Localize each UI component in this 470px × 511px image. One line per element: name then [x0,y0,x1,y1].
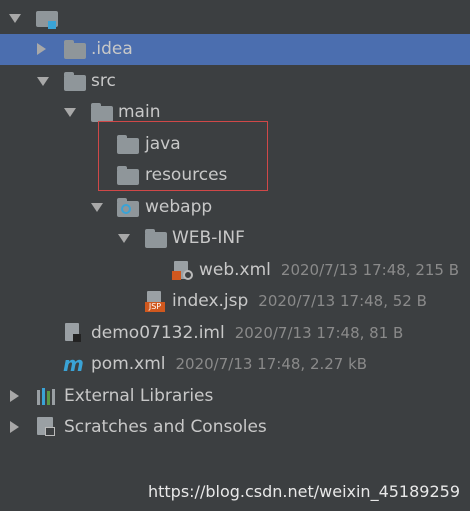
web-badge-icon [121,204,131,214]
xml-badge-icon [172,271,181,280]
file-name: demo07132.iml [91,323,225,343]
tree-item-label: main [118,102,161,122]
collapse-arrow-icon[interactable] [10,390,19,402]
tree-item-label: pom.xml 2020/7/13 17:48, 2.27 kB [91,354,367,374]
file-meta: 2020/7/13 17:48, 2.27 kB [175,355,368,373]
tree-item-label: webapp [145,197,213,217]
tree-row-iml[interactable]: demo07132.iml 2020/7/13 17:48, 81 B [0,318,470,349]
libraries-icon [37,388,57,405]
tree-row-src[interactable]: src [0,66,470,97]
file-name: web.xml [199,260,271,280]
collapse-arrow-icon[interactable] [37,43,46,55]
collapse-arrow-icon[interactable] [10,421,19,433]
tree-row-external-libraries[interactable]: External Libraries [0,381,470,412]
tree-row-web-inf[interactable]: WEB-INF [0,223,470,254]
tree-row-scratches[interactable]: Scratches and Consoles [0,412,470,443]
tree-row-index-jsp[interactable]: JSP index.jsp 2020/7/13 17:48, 52 B [0,286,470,317]
file-meta: 2020/7/13 17:48, 52 B [258,292,427,310]
expand-arrow-icon[interactable] [118,234,130,243]
file-meta: 2020/7/13 17:48, 81 B [234,324,404,342]
tree-item-label: Scratches and Consoles [64,417,267,437]
folder-icon [64,40,86,59]
expand-arrow-icon[interactable] [91,203,103,212]
web-globe-icon [183,270,193,280]
tree-item-label: External Libraries [64,386,214,406]
file-meta: 2020/7/13 17:48, 215 B [280,261,460,279]
maven-icon: m [63,352,84,376]
folder-icon [91,103,113,122]
tree-item-label: WEB-INF [172,228,245,248]
file-name: index.jsp [172,291,249,311]
jsp-badge-icon: JSP [145,302,165,312]
tree-item-label: src [91,71,116,91]
file-name: pom.xml [91,354,166,374]
tree-row-webapp[interactable]: webapp [0,192,470,223]
tree-row-pom[interactable]: m pom.xml 2020/7/13 17:48, 2.27 kB [0,349,470,380]
tree-row-idea[interactable]: .idea [0,34,470,65]
tree-row-root[interactable] [0,3,470,34]
tree-item-label: demo07132.iml 2020/7/13 17:48, 81 B [91,323,403,343]
tree-item-label: index.jsp 2020/7/13 17:48, 52 B [172,291,427,311]
expand-arrow-icon[interactable] [37,77,49,86]
console-badge-icon [45,427,55,436]
module-badge-icon [48,21,56,29]
folder-icon [145,229,167,248]
highlight-box [98,121,268,191]
watermark-text: https://blog.csdn.net/weixin_45189259 [147,482,460,501]
iml-badge-icon [73,334,81,342]
tree-item-label: .idea [91,39,133,59]
expand-arrow-icon[interactable] [64,108,76,117]
tree-item-label: web.xml 2020/7/13 17:48, 215 B [199,260,459,280]
tree-row-web-xml[interactable]: web.xml 2020/7/13 17:48, 215 B [0,255,470,286]
expand-arrow-icon[interactable] [9,14,21,23]
folder-icon [64,72,86,91]
